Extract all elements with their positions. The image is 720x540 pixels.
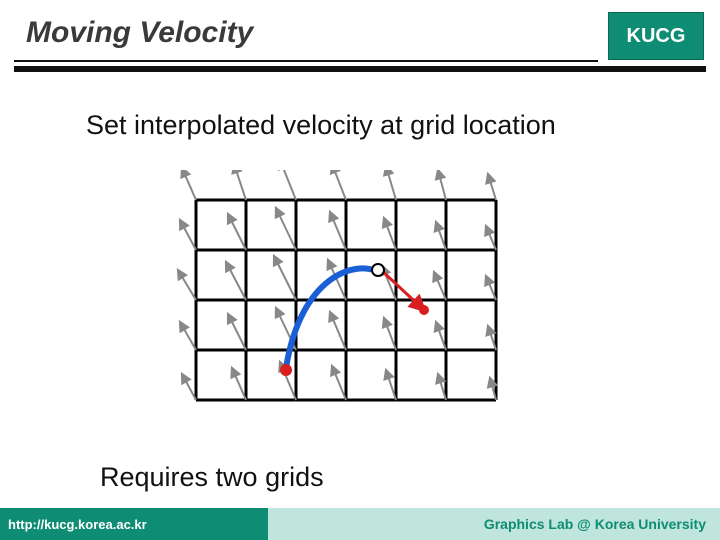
- rule-thin: [14, 60, 598, 62]
- slide: Moving Velocity KUCG Set interpolated ve…: [0, 0, 720, 540]
- solid-marker-end: [419, 305, 429, 315]
- kucg-badge: KUCG: [608, 12, 704, 60]
- footer-url: http://kucg.korea.ac.kr: [0, 508, 268, 540]
- body-line-2: Requires two grids: [100, 462, 324, 493]
- header: Moving Velocity KUCG: [0, 0, 720, 78]
- body-line-1: Set interpolated velocity at grid locati…: [86, 110, 556, 141]
- solid-marker-start: [280, 364, 292, 376]
- footer: http://kucg.korea.ac.kr Graphics Lab @ K…: [0, 508, 720, 540]
- target-vector: [381, 270, 424, 310]
- rule-thick: [14, 66, 706, 72]
- open-marker: [372, 264, 384, 276]
- slide-title: Moving Velocity: [26, 16, 253, 50]
- footer-lab: Graphics Lab @ Korea University: [268, 508, 720, 540]
- velocity-arrows: [178, 170, 496, 400]
- diagram-svg: [156, 170, 536, 450]
- velocity-diagram: [156, 170, 536, 450]
